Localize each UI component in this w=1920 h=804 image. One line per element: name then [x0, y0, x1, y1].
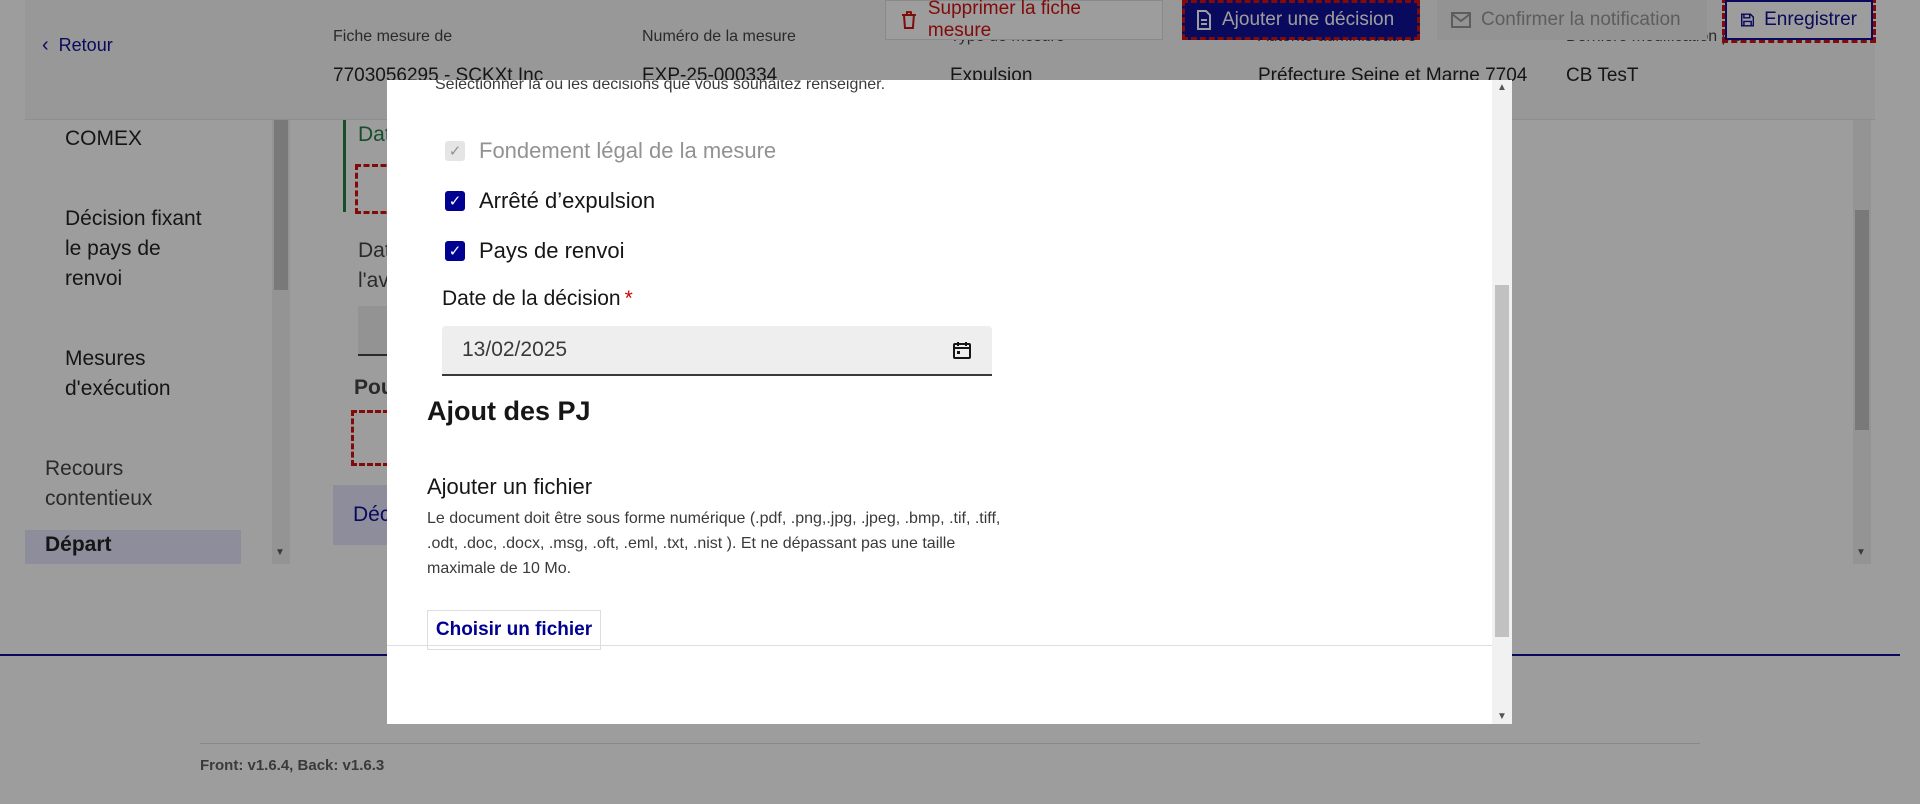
checkbox-fondement-legal: ✓ Fondement légal de la mesure — [445, 138, 776, 164]
check-icon[interactable]: ✓ — [445, 241, 465, 261]
check-icon[interactable]: ✓ — [445, 191, 465, 211]
decision-date-value: 13/02/2025 — [462, 338, 568, 361]
decision-date-input[interactable]: 13/02/2025 — [442, 326, 992, 376]
choose-file-button[interactable]: Choisir un fichier — [427, 610, 601, 650]
check-icon: ✓ — [445, 141, 465, 161]
checkbox-label[interactable]: Arrêté d’expulsion — [479, 188, 655, 214]
modal-intro: Sélectionner la ou les décisions que vou… — [435, 80, 886, 93]
attachments-title: Ajout des PJ — [427, 396, 591, 426]
file-upload-label: Ajouter un fichier — [427, 474, 593, 499]
calendar-icon[interactable] — [952, 340, 972, 360]
chevron-down-icon[interactable]: ▼ — [1497, 711, 1507, 722]
file-upload-hint: Le document doit être sous forme numériq… — [427, 510, 1001, 577]
modal-scroll-thumb[interactable] — [1495, 285, 1509, 637]
chevron-up-icon[interactable]: ▲ — [1497, 82, 1507, 93]
checkbox-label: Fondement légal de la mesure — [479, 138, 777, 163]
required-mark: * — [624, 287, 633, 310]
checkbox-arrete-expulsion[interactable]: ✓ Arrêté d’expulsion — [445, 188, 655, 214]
decision-date-label-text: Date de la décision — [442, 287, 621, 310]
decision-date-label: Date de la décision * — [442, 287, 633, 311]
add-decision-modal: Sélectionner la ou les décisions que vou… — [387, 80, 1512, 724]
checkbox-pays-renvoi[interactable]: ✓ Pays de renvoi — [445, 238, 625, 264]
modal-scrollbar[interactable]: ▲ ▼ — [1492, 80, 1512, 724]
checkbox-label[interactable]: Pays de renvoi — [479, 238, 625, 264]
